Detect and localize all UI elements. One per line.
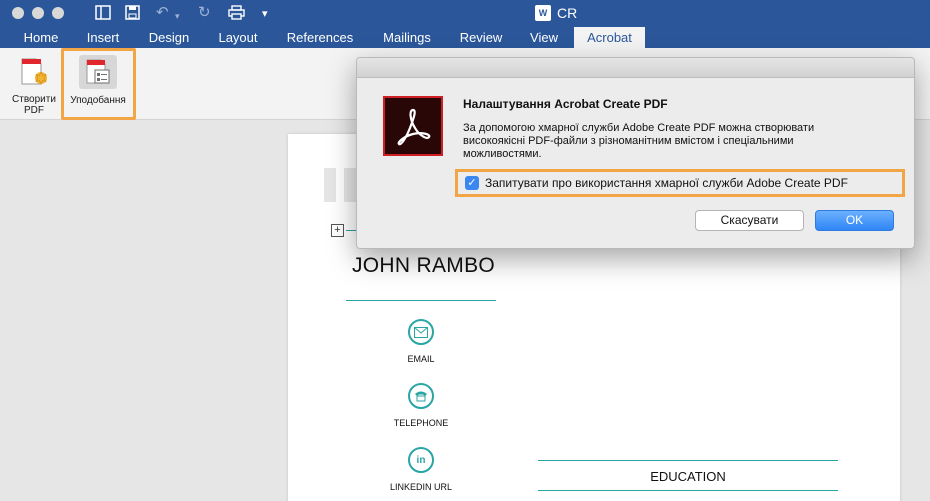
customize-toolbar-icon[interactable]: ▾: [262, 6, 268, 22]
create-pdf-label-line2: PDF: [24, 105, 44, 116]
undo-icon[interactable]: ↶: [156, 5, 169, 21]
dialog-title-bar[interactable]: [357, 58, 914, 78]
tab-insert[interactable]: Insert: [75, 27, 131, 48]
linkedin-icon: in: [408, 447, 434, 473]
ok-button[interactable]: OK: [815, 210, 894, 231]
contact-label-linkedin: LINKEDIN URL: [389, 482, 452, 492]
tab-view[interactable]: View: [520, 27, 568, 48]
tab-design[interactable]: Design: [140, 27, 198, 48]
telephone-icon: [408, 383, 434, 409]
save-icon[interactable]: [125, 5, 140, 24]
preferences-highlight-box: [61, 48, 136, 120]
redo-icon[interactable]: ↻: [198, 5, 211, 21]
title-bar: ↶ ▾ ↻ ▾ W CR: [0, 0, 930, 27]
dialog-description: За допомогою хмарної служби Adobe Create…: [463, 122, 815, 160]
ask-cloud-service-checkbox[interactable]: ✓: [465, 176, 479, 190]
ask-cloud-service-option[interactable]: ✓ Запитувати про використання хмарної сл…: [455, 169, 905, 197]
word-doc-icon: W: [535, 5, 551, 21]
ask-cloud-service-label[interactable]: Запитувати про використання хмарної служ…: [485, 176, 848, 190]
tab-acrobat[interactable]: Acrobat: [574, 27, 645, 48]
resume-name[interactable]: JOHN RAMBO: [352, 254, 495, 278]
dialog-heading: Налаштування Acrobat Create PDF: [463, 97, 668, 111]
undo-dropdown-icon[interactable]: ▾: [175, 8, 180, 24]
tab-review[interactable]: Review: [451, 27, 511, 48]
contact-label-email: EMAIL: [407, 354, 435, 364]
sidebar-toggle-icon[interactable]: [95, 5, 111, 24]
create-pdf-label-line1: Створити: [12, 94, 56, 105]
tab-mailings[interactable]: Mailings: [372, 27, 442, 48]
ribbon-tabs: Home Insert Design Layout References Mai…: [0, 27, 930, 48]
name-bottom-rule: [346, 300, 496, 301]
create-pdf-button[interactable]: Створити PDF: [2, 48, 66, 120]
close-window-button[interactable]: [12, 7, 24, 19]
education-bottom-rule: [538, 490, 838, 491]
acrobat-settings-dialog: Налаштування Acrobat Create PDF За допом…: [356, 57, 915, 249]
tab-layout[interactable]: Layout: [208, 27, 268, 48]
tab-references[interactable]: References: [278, 27, 362, 48]
table-move-handle-icon[interactable]: +: [331, 224, 344, 237]
cancel-button[interactable]: Скасувати: [695, 210, 804, 231]
create-pdf-icon: [21, 58, 47, 85]
education-top-rule: [538, 460, 838, 461]
document-title-text: CR: [557, 5, 578, 21]
acrobat-logo-icon: [383, 96, 443, 156]
print-icon[interactable]: [228, 5, 245, 24]
envelope-icon: [408, 319, 434, 345]
maximize-window-button[interactable]: [52, 7, 64, 19]
minimize-window-button[interactable]: [32, 7, 44, 19]
document-title: W CR: [535, 5, 577, 21]
contact-label-telephone: TELEPHONE: [393, 418, 449, 428]
tab-home[interactable]: Home: [13, 27, 69, 48]
section-title-education: EDUCATION: [650, 469, 726, 484]
